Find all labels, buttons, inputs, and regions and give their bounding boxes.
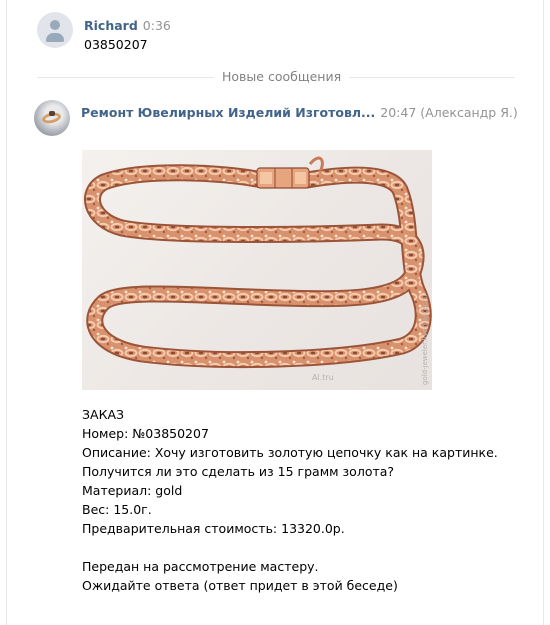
column-border-left — [6, 0, 7, 625]
order-wait-note: Ожидайте ответа (ответ придет в этой бес… — [82, 578, 398, 593]
author-name[interactable]: Richard — [84, 18, 138, 33]
order-message-text: ЗАКАЗ Номер: №03850207 Описание: Хочу из… — [82, 405, 532, 595]
avatar[interactable] — [37, 12, 73, 48]
sender-name: (Александр Я.) — [420, 105, 518, 120]
column-border-right — [543, 0, 544, 625]
author-name[interactable]: Ремонт Ювелирных Изделий Изготовл... — [81, 105, 375, 120]
order-material: Материал: gold — [82, 483, 183, 498]
message-header: Ремонт Ювелирных Изделий Изготовл... 20:4… — [81, 102, 518, 121]
order-status: Передан на рассмотрение мастеру. — [82, 559, 319, 574]
new-messages-label: Новые сообщения — [214, 69, 350, 84]
avatar[interactable] — [34, 100, 70, 136]
user-silhouette-icon — [50, 20, 60, 30]
order-description: Описание: Хочу изготовить золотую цепочк… — [82, 445, 498, 460]
order-weight: Вес: 15.0г. — [82, 502, 152, 517]
order-title: ЗАКАЗ — [82, 407, 125, 422]
message-time[interactable]: 20:47 — [380, 105, 416, 120]
order-price: Предварительная стоимость: 13320.0р. — [82, 521, 345, 536]
message-header: Richard 0:36 — [84, 15, 171, 34]
message-time[interactable]: 0:36 — [143, 18, 171, 33]
attached-photo[interactable] — [82, 150, 432, 390]
message-text: 03850207 — [84, 37, 148, 52]
image-watermark: Al.tru — [312, 373, 334, 382]
image-watermark-side: gold-jeweler.livemaster.ru — [421, 294, 429, 385]
order-question: Получится ли это сделать из 15 грамм зол… — [82, 464, 395, 479]
gold-chain-image — [84, 156, 432, 369]
order-number: Номер: №03850207 — [82, 426, 209, 441]
